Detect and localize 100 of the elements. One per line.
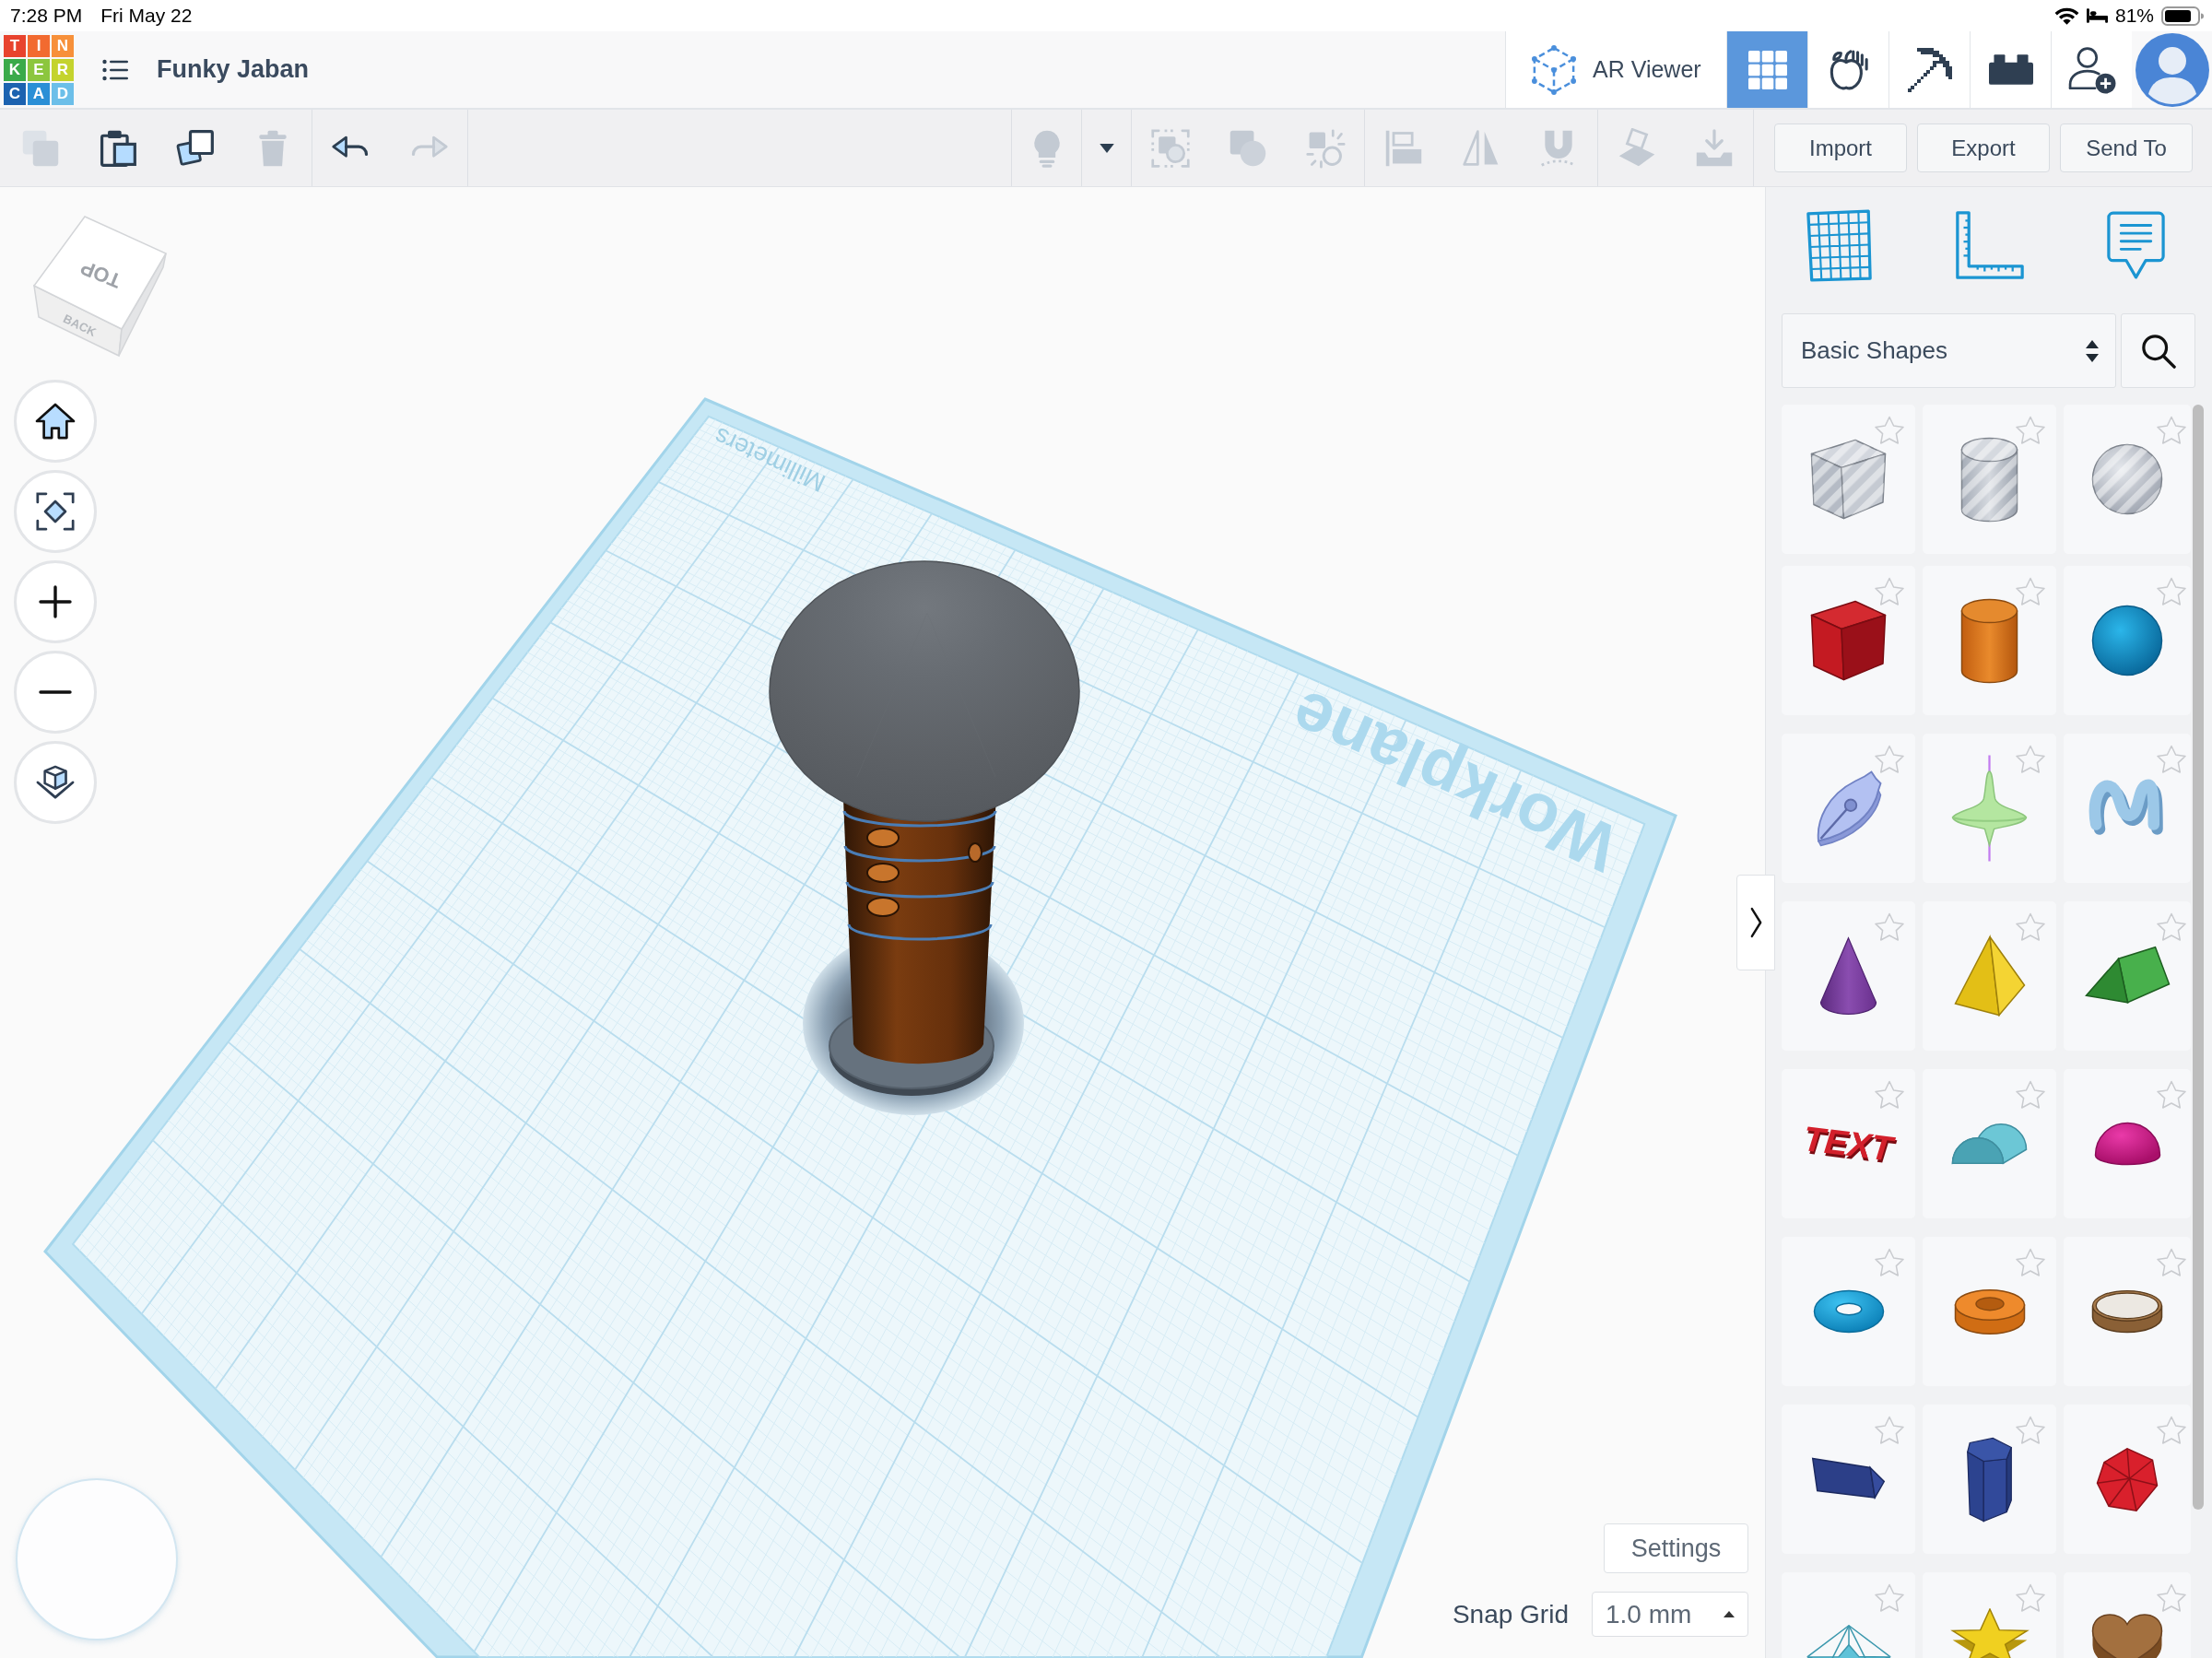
favorite-star-icon[interactable] xyxy=(2156,577,2187,606)
logo-letter-tile: N xyxy=(52,34,74,57)
half-cylinder-icon xyxy=(1950,1122,2029,1166)
favorite-star-icon[interactable] xyxy=(1874,577,1905,606)
logo-letter-tile: R xyxy=(52,58,74,81)
shape-tile[interactable] xyxy=(1782,566,1915,715)
favorite-star-icon[interactable] xyxy=(1874,416,1905,445)
send-to-button[interactable]: Send To xyxy=(2060,123,2193,172)
text-shape-preview: TEXT xyxy=(1798,1120,1899,1168)
capped-cylinder-drawing[interactable] xyxy=(769,560,1080,1115)
favorite-star-icon[interactable] xyxy=(2156,745,2187,774)
add-user-icon xyxy=(2067,45,2116,94)
favorite-star-icon[interactable] xyxy=(2015,1080,2046,1110)
tilted-plane-icon xyxy=(1617,127,1657,169)
bed-icon xyxy=(2086,8,2108,23)
brick-icon xyxy=(1988,54,2033,85)
chevron-right-icon xyxy=(1749,907,1762,938)
home-icon xyxy=(35,403,76,440)
hemisphere-icon xyxy=(2092,1121,2162,1167)
favorite-star-icon[interactable] xyxy=(2015,1583,2046,1613)
favorite-star-icon[interactable] xyxy=(1874,745,1905,774)
favorite-star-icon[interactable] xyxy=(2156,1080,2187,1110)
brick-mode-button[interactable] xyxy=(1970,31,2051,108)
striped-sphere-icon xyxy=(2090,442,2164,516)
favorite-star-icon[interactable] xyxy=(2156,1583,2187,1613)
favorite-star-icon[interactable] xyxy=(1874,912,1905,942)
ruler-icon[interactable] xyxy=(1955,210,2025,280)
shape-tile[interactable] xyxy=(1782,734,1915,883)
striped-cube-icon xyxy=(1809,438,1888,521)
plane-grid-icon[interactable] xyxy=(1806,208,1873,282)
shape-tile[interactable] xyxy=(1782,1237,1915,1386)
shape-tile[interactable] xyxy=(2064,566,2191,715)
snap-grid-label: Snap Grid xyxy=(1452,1599,1569,1629)
framed-shapes-icon xyxy=(1150,127,1191,169)
shape-tile[interactable] xyxy=(2064,1237,2191,1386)
favorite-star-icon[interactable] xyxy=(2015,577,2046,606)
shape-tile[interactable] xyxy=(1923,1405,2056,1554)
apple-mode-button[interactable] xyxy=(1807,31,1888,108)
favorite-star-icon[interactable] xyxy=(2015,1248,2046,1277)
shape-tile[interactable] xyxy=(2064,405,2191,554)
shape-tile[interactable] xyxy=(2064,1405,2191,1554)
shape-tile[interactable]: TEXT xyxy=(1782,1069,1915,1218)
logo-letter-tile: K xyxy=(4,58,26,81)
torus-icon xyxy=(1811,1288,1886,1335)
favorite-star-icon[interactable] xyxy=(2015,1416,2046,1445)
favorite-star-icon[interactable] xyxy=(2156,1416,2187,1445)
settings-button[interactable]: Settings xyxy=(1604,1523,1748,1573)
caret-up-icon xyxy=(1724,1611,1735,1617)
scrollbar-thumb[interactable] xyxy=(2193,405,2204,1510)
shape-tile[interactable] xyxy=(1923,1237,2056,1386)
favorite-star-icon[interactable] xyxy=(1874,1583,1905,1613)
cylinder-icon xyxy=(1959,596,2019,685)
favorite-star-icon[interactable] xyxy=(2156,1248,2187,1277)
favorite-star-icon[interactable] xyxy=(2015,745,2046,774)
logo-letter-tile: A xyxy=(28,82,50,105)
favorite-star-icon[interactable] xyxy=(2156,912,2187,942)
striped-cylinder-icon xyxy=(1959,435,2019,523)
shape-tile[interactable] xyxy=(1782,1405,1915,1554)
battery-icon xyxy=(2161,6,2204,26)
ar-viewer-button[interactable]: AR Viewer xyxy=(1505,31,1726,108)
pickaxe-mode-button[interactable] xyxy=(1888,31,1970,108)
import-button[interactable]: Import xyxy=(1774,123,1907,172)
shape-tile[interactable] xyxy=(2064,1069,2191,1218)
shape-tile[interactable] xyxy=(1782,405,1915,554)
shape-tile[interactable] xyxy=(1923,901,2056,1051)
tray-arrow-icon xyxy=(1694,127,1735,169)
updown-caret-icon xyxy=(2086,339,2099,362)
pickaxe-icon xyxy=(1907,47,1952,92)
sphere-icon xyxy=(2090,604,2164,677)
logo-letter-tile: I xyxy=(28,34,50,57)
ring-icon xyxy=(2090,1288,2164,1335)
scattered-shapes-icon xyxy=(1305,127,1346,169)
collapse-panel-button[interactable] xyxy=(1736,875,1775,970)
shape-tile[interactable] xyxy=(2064,901,2191,1051)
favorite-star-icon[interactable] xyxy=(1874,1080,1905,1110)
shape-tile[interactable] xyxy=(1923,1069,2056,1218)
menu-icon[interactable] xyxy=(102,58,128,81)
note-icon[interactable] xyxy=(2107,209,2165,281)
shape-tile[interactable] xyxy=(1782,901,1915,1051)
shape-tile[interactable] xyxy=(2064,734,2191,883)
focus-frame-icon xyxy=(36,492,75,531)
battery-percent: 81% xyxy=(2114,5,2154,27)
cube-icon xyxy=(35,765,76,800)
cone-icon xyxy=(1818,935,1878,1017)
snap-grid-select[interactable]: 1.0 mm xyxy=(1592,1592,1748,1637)
ar-cube-icon xyxy=(1532,44,1576,95)
favorite-star-icon[interactable] xyxy=(2015,416,2046,445)
favorite-star-icon[interactable] xyxy=(2156,416,2187,445)
favorite-star-icon[interactable] xyxy=(2015,912,2046,942)
shape-tile[interactable] xyxy=(1923,734,2056,883)
export-button[interactable]: Export xyxy=(1917,123,2050,172)
shape-tile[interactable] xyxy=(1923,405,2056,554)
category-select[interactable]: Basic Shapes xyxy=(1782,313,2116,388)
logo-letter-tile: T xyxy=(4,34,26,57)
favorite-star-icon[interactable] xyxy=(1874,1248,1905,1277)
shape-tile[interactable] xyxy=(1923,566,2056,715)
spinning-top-icon xyxy=(1950,754,2029,863)
search-button[interactable] xyxy=(2121,313,2195,388)
favorite-star-icon[interactable] xyxy=(1874,1416,1905,1445)
add-user-button[interactable] xyxy=(2051,31,2132,108)
